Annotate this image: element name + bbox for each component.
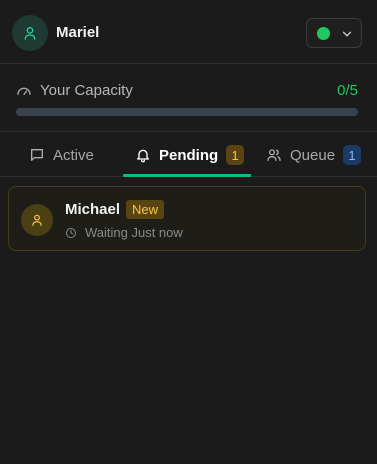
- active-tab-indicator: [123, 174, 251, 177]
- visitor-name: Michael: [65, 201, 121, 218]
- chat-panel: Mariel Your Capacity 0/5 Active Pending …: [0, 0, 377, 464]
- chevron-down-icon: [342, 31, 352, 37]
- agent-name: Mariel: [56, 24, 100, 41]
- gauge-icon: [17, 87, 31, 95]
- capacity-value: 0/5: [337, 82, 358, 99]
- header: Mariel: [0, 0, 377, 64]
- user-icon: [24, 27, 36, 40]
- new-badge: New: [126, 200, 165, 219]
- capacity-progress-bar: [16, 108, 358, 116]
- pending-count-badge: 1: [226, 145, 245, 165]
- capacity-label: Your Capacity: [40, 82, 133, 99]
- tab-active-label: Active: [53, 146, 94, 164]
- user-icon: [32, 214, 42, 226]
- clock-icon: [66, 227, 76, 238]
- online-status-dot: [317, 27, 330, 40]
- queue-count-badge: 1: [343, 145, 362, 165]
- tab-queue[interactable]: Queue 1: [266, 133, 362, 177]
- tab-bar: Active Pending 1 Queue 1: [0, 133, 377, 177]
- pending-chat-card[interactable]: Michael New Waiting Just now: [8, 186, 366, 251]
- bell-icon: [137, 149, 149, 163]
- message-square-icon: [31, 149, 43, 161]
- tab-queue-label: Queue: [290, 146, 336, 164]
- tab-pending[interactable]: Pending 1: [135, 133, 245, 177]
- status-dropdown[interactable]: [306, 18, 362, 48]
- tab-pending-label: Pending: [159, 146, 219, 164]
- wait-status-text: Waiting Just now: [85, 225, 183, 240]
- wait-time-row: Waiting Just now: [65, 225, 183, 240]
- capacity-section: Your Capacity 0/5: [0, 65, 377, 132]
- agent-avatar: [12, 15, 48, 51]
- visitor-avatar: [21, 204, 53, 236]
- tab-active[interactable]: Active: [29, 133, 94, 177]
- users-icon: [267, 149, 281, 161]
